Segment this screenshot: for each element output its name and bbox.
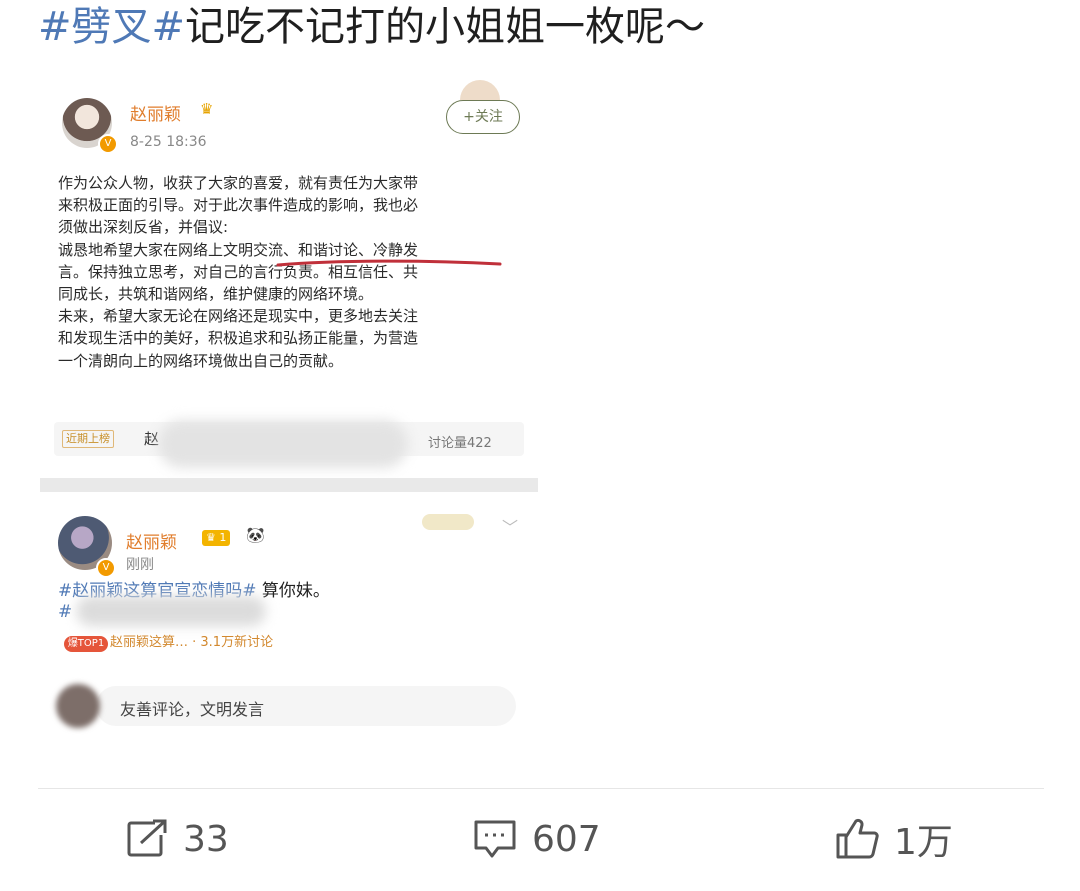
action-bar-divider bbox=[38, 788, 1044, 789]
divider bbox=[40, 478, 538, 492]
hot-list-tag: 近期上榜 bbox=[62, 430, 114, 448]
post-line: 须做出深刻反省，并倡议: bbox=[58, 218, 229, 237]
comment-placeholder: 友善评论，文明发言 bbox=[120, 700, 265, 719]
post-line: 来积极正面的引导。对于此次事件造成的影响，我也必 bbox=[58, 196, 419, 215]
member-level-badge: ♛ 1 bbox=[202, 530, 231, 546]
post-body: 作为公众人物，收获了大家的喜爱，就有责任为大家带 来积极正面的引导。对于此次事件… bbox=[58, 172, 526, 372]
author-name: 赵丽颖 bbox=[126, 533, 177, 553]
verified-icon: V bbox=[98, 134, 118, 154]
discussion-count: 讨论量422 bbox=[428, 436, 492, 451]
blurred-region bbox=[76, 596, 266, 626]
post-time: 8-25 18:36 bbox=[130, 134, 207, 150]
avatar bbox=[56, 684, 100, 728]
post-line: 一个清朗向上的网络环境做出自己的贡献。 bbox=[58, 351, 344, 370]
post-line: 同成长，共筑和谐网络，维护健康的网络环境。 bbox=[58, 285, 374, 304]
decoration-icon bbox=[460, 80, 500, 100]
red-underline-mark bbox=[276, 259, 502, 267]
post-caption: #劈叉#记吃不记打的小姐姐一枚呢～ bbox=[38, 2, 705, 52]
caption-text: 记吃不记打的小姐姐一枚呢～ bbox=[185, 4, 706, 50]
post-line: 未来，希望大家无论在网络还是现实中，更多地去关注 bbox=[58, 307, 419, 326]
post-line: 作为公众人物，收获了大家的喜爱，就有责任为大家带 bbox=[58, 174, 419, 192]
hot-topic-line: 赵丽颖这算… · 3.1万新讨论 bbox=[110, 635, 274, 650]
thumbs-up-icon bbox=[836, 818, 879, 859]
author-name: 赵丽颖 bbox=[130, 105, 181, 125]
embedded-post-1: V 赵丽颖 ♛ 8-25 18:36 +关注 作为公众人物，收获了大家的喜爱，就… bbox=[40, 78, 538, 488]
topic-link: # bbox=[58, 602, 73, 622]
panda-icon: 🐼 bbox=[246, 526, 265, 544]
member-level: 1 bbox=[219, 531, 227, 544]
comment-button[interactable]: 607 bbox=[472, 814, 601, 864]
like-button[interactable]: 1万 bbox=[834, 814, 953, 864]
blurred-region bbox=[158, 420, 408, 468]
embedded-screenshot[interactable]: V 赵丽颖 ♛ 8-25 18:36 +关注 作为公众人物，收获了大家的喜爱，就… bbox=[40, 78, 538, 780]
chevron-down-icon: ﹀ bbox=[502, 518, 519, 537]
follow-button: +关注 bbox=[446, 100, 520, 134]
decoration-icon bbox=[422, 514, 474, 530]
repost-icon bbox=[127, 819, 167, 857]
like-count: 1万 bbox=[894, 822, 953, 863]
crown-icon: ♛ bbox=[200, 100, 214, 118]
caption-topic-link[interactable]: #劈叉# bbox=[38, 4, 185, 50]
hot-topic-title: 赵 bbox=[144, 430, 160, 448]
verified-icon: V bbox=[96, 558, 116, 578]
comment-count: 607 bbox=[532, 818, 601, 860]
post-time: 刚刚 bbox=[126, 557, 154, 573]
post-text: 算你妹。 bbox=[256, 581, 330, 601]
comment-icon bbox=[474, 820, 516, 858]
repost-count: 33 bbox=[183, 818, 229, 860]
embedded-post-2: V 赵丽颖 ♛ 1 🐼 刚刚 ﹀ #赵丽颖这算官宣恋情吗# 算你妹。 # 爆TO… bbox=[40, 492, 538, 780]
repost-button[interactable]: 33 bbox=[125, 814, 229, 864]
post-line: 和发现生活中的美好，积极追求和弘扬正能量，为营造 bbox=[58, 329, 419, 348]
